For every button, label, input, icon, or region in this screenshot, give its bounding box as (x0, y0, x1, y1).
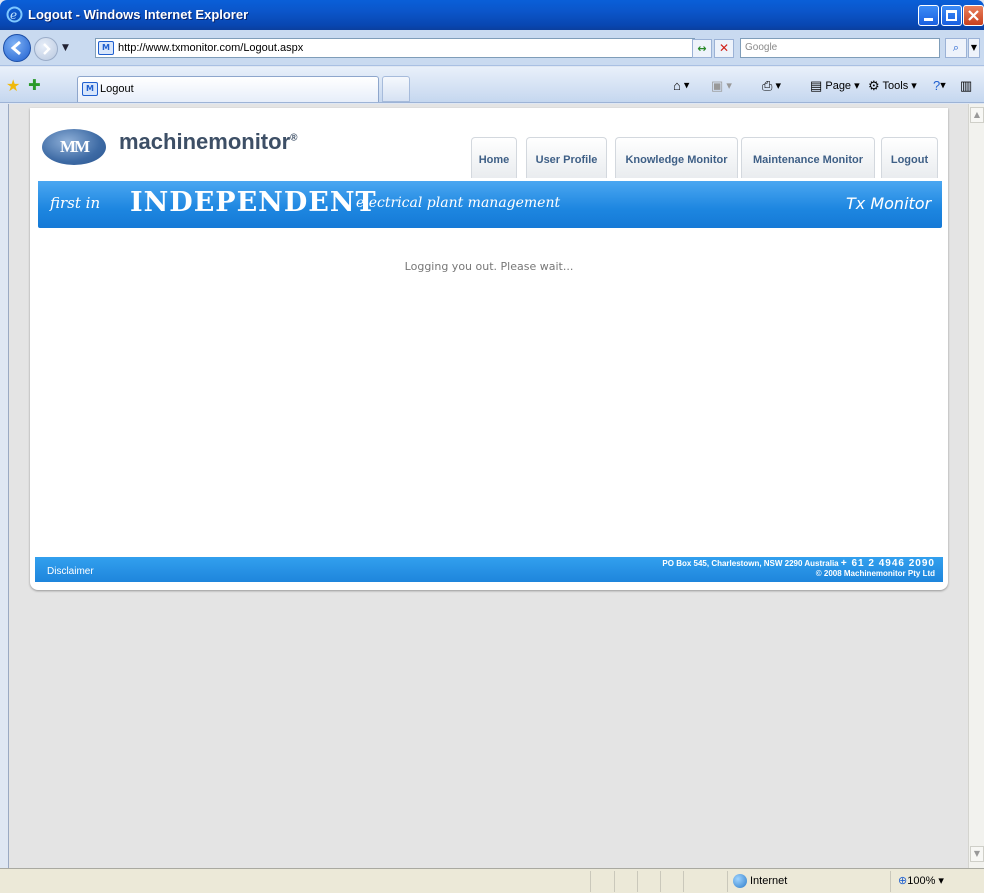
footer-address: PO Box 545, Charlestown, NSW 2290 Austra… (662, 559, 839, 568)
site-favicon-icon: M (98, 41, 114, 55)
search-icon: ⌕ (952, 41, 960, 54)
tools-label: Tools (882, 79, 909, 92)
refresh-icon: ↔ (697, 42, 707, 55)
status-divider (660, 871, 661, 892)
home-icon[interactable]: ⌂ ▾ (673, 78, 689, 93)
nav-maintenance-monitor[interactable]: Maintenance Monitor (741, 137, 875, 178)
footer-phone: + 61 2 4946 2090 (840, 558, 935, 569)
site-logo[interactable]: machinemonitor® (119, 129, 298, 155)
banner-product: Tx Monitor (846, 194, 932, 213)
site-banner: first in INDEPENDENT electrical plant ma… (38, 181, 942, 228)
logo-text: machinemonitor (119, 129, 291, 154)
svg-text:e: e (10, 8, 17, 22)
print-icon[interactable]: ⎙ ▾ (762, 78, 781, 94)
site-container: MM machinemonitor® Home User Profile Kno… (30, 108, 948, 590)
status-divider (637, 871, 638, 892)
add-favorites-icon[interactable]: ✚ (28, 76, 41, 94)
nav-home[interactable]: Home (471, 137, 517, 178)
disclaimer-link[interactable]: Disclaimer (47, 566, 94, 577)
zoom-level: 100% (907, 875, 936, 887)
stop-icon: ✕ (718, 41, 730, 55)
tab-favicon-icon: M (82, 82, 98, 96)
recent-pages-dropdown[interactable]: ▼ (62, 43, 72, 53)
footer-contact: PO Box 545, Charlestown, NSW 2290 Austra… (662, 559, 935, 579)
banner-tagline: electrical plant management (356, 195, 561, 211)
help-icon[interactable]: ?▾ (933, 78, 946, 93)
new-tab-button[interactable] (382, 76, 410, 102)
security-zone[interactable]: Internet (733, 874, 787, 888)
site-footer: Disclaimer PO Box 545, Charlestown, NSW … (35, 557, 943, 582)
footer-copyright: © 2008 Machinemonitor Pty Ltd (815, 569, 935, 578)
page-icon: ▤ (810, 78, 823, 93)
forward-arrow-icon (43, 43, 51, 55)
search-options-dropdown[interactable]: ▼ (968, 38, 980, 58)
logout-message: Logging you out. Please wait... (404, 260, 574, 273)
banner-independent: INDEPENDENT (130, 187, 377, 218)
nav-knowledge-monitor[interactable]: Knowledge Monitor (615, 137, 738, 178)
search-button[interactable]: ⌕ (945, 38, 967, 58)
status-divider (727, 871, 728, 892)
globe-icon (733, 874, 747, 888)
close-button[interactable] (963, 5, 984, 26)
page-menu[interactable]: ▤ Page ▾ (810, 78, 860, 94)
tab-toolbar: ★ ✚ M Logout ⌂ ▾ ▣ ▾ ⎙ ▾ ▤ Page ▾ ⚙ Tool… (0, 67, 984, 103)
search-input[interactable]: Google (740, 38, 940, 58)
tools-gear-icon: ⚙ (868, 78, 880, 93)
ie-icon: e (6, 6, 23, 23)
nav-user-profile[interactable]: User Profile (526, 137, 607, 178)
page-label: Page (825, 79, 852, 92)
status-divider (590, 871, 591, 892)
tab-logout[interactable]: M Logout (77, 76, 379, 102)
feeds-icon[interactable]: ▣ ▾ (711, 78, 732, 94)
window-title: Logout - Windows Internet Explorer (28, 7, 249, 22)
back-arrow-icon (10, 40, 21, 56)
address-field[interactable]: M http://www.txmonitor.com/Logout.aspx ▼ (95, 38, 791, 58)
banner-first-in: first in (50, 194, 101, 212)
status-divider (890, 871, 891, 892)
zone-label: Internet (750, 874, 788, 887)
tools-menu[interactable]: ⚙ Tools ▾ (868, 78, 917, 94)
close-icon (968, 10, 979, 21)
back-button[interactable] (3, 34, 31, 62)
status-bar: Internet ⊕100% ▾ (0, 868, 984, 893)
url-text[interactable]: http://www.txmonitor.com/Logout.aspx (118, 42, 303, 54)
nav-logout[interactable]: Logout (881, 137, 938, 178)
research-icon[interactable]: ▥ (960, 78, 972, 94)
favorites-star-icon[interactable]: ★ (6, 76, 20, 95)
tab-label: Logout (100, 83, 134, 95)
search-placeholder: Google (745, 42, 778, 53)
maximize-button[interactable] (941, 5, 962, 26)
status-divider (614, 871, 615, 892)
stop-button[interactable]: ✕ (714, 39, 734, 58)
zoom-control[interactable]: ⊕100% ▾ (898, 874, 944, 887)
vertical-scrollbar[interactable]: ▲ ▼ (968, 104, 984, 868)
zoom-icon: ⊕ (898, 875, 908, 887)
scroll-down-button[interactable]: ▼ (970, 846, 984, 862)
logo-mark[interactable]: MM (42, 129, 106, 165)
minimize-button[interactable] (918, 5, 939, 26)
status-divider (683, 871, 684, 892)
window-titlebar: e Logout - Windows Internet Explorer (0, 0, 984, 30)
address-toolbar: ▼ M http://www.txmonitor.com/Logout.aspx… (0, 30, 984, 66)
scroll-up-button[interactable]: ▲ (970, 107, 984, 123)
forward-button[interactable] (34, 37, 58, 61)
refresh-button[interactable]: ↔ (692, 39, 712, 58)
